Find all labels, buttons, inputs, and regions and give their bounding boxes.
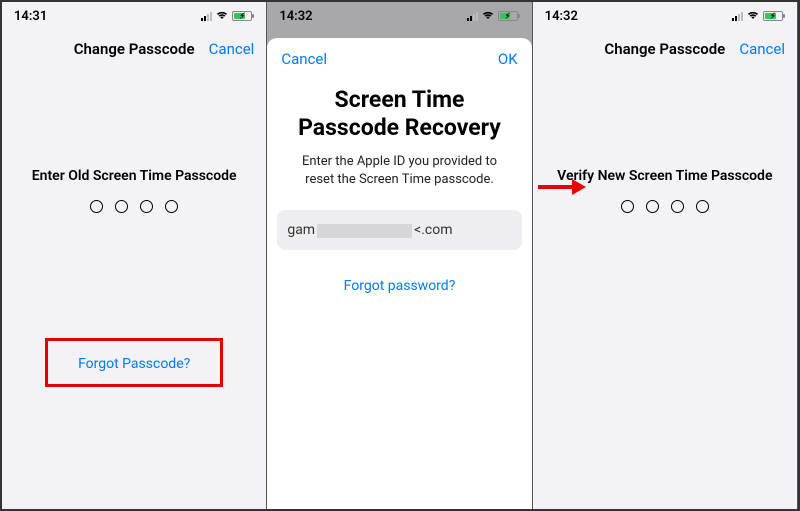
cellular-signal-icon	[201, 11, 212, 21]
passcode-dot	[646, 200, 659, 213]
screen-passcode-recovery: 14:32 ⚡︎ Cancel OK Screen Time Passcode …	[267, 2, 532, 509]
passcode-dot	[671, 200, 684, 213]
passcode-dots[interactable]	[90, 200, 178, 213]
passcode-prompt: Verify New Screen Time Passcode	[557, 168, 772, 184]
apple-id-field[interactable]: gam<.com	[277, 210, 521, 250]
screen-verify-new-passcode: 14:32 ⚡︎ Change Passcode Cancel Verify N…	[533, 2, 798, 509]
status-indicators: ⚡︎	[201, 9, 254, 24]
modal-subtitle: Enter the Apple ID you provided to reset…	[289, 153, 509, 188]
recovery-modal: Cancel OK Screen Time Passcode Recovery …	[267, 38, 531, 509]
ok-button[interactable]: OK	[498, 50, 518, 68]
passcode-dot	[696, 200, 709, 213]
status-bar: 14:31 ⚡︎	[2, 2, 266, 30]
passcode-dot	[90, 200, 103, 213]
cellular-signal-icon	[467, 11, 478, 21]
passcode-dots[interactable]	[621, 200, 709, 213]
nav-bar: Change Passcode Cancel	[2, 30, 266, 68]
modal-nav: Cancel OK	[267, 38, 531, 80]
status-indicators: ⚡︎	[732, 9, 785, 24]
passcode-dot	[621, 200, 634, 213]
nav-title: Change Passcode	[74, 40, 195, 58]
screen-enter-old-passcode: 14:31 ⚡︎ Change Passcode Cancel Enter Ol…	[2, 2, 267, 509]
status-time: 14:31	[14, 9, 47, 24]
passcode-dot	[115, 200, 128, 213]
battery-charging-icon: ⚡︎	[232, 11, 254, 21]
cellular-signal-icon	[732, 11, 743, 21]
passcode-dot	[165, 200, 178, 213]
status-indicators: ⚡︎	[467, 9, 520, 24]
status-time: 14:32	[545, 9, 578, 24]
wifi-icon	[215, 9, 229, 24]
wifi-icon	[481, 9, 495, 24]
forgot-password-link[interactable]: Forgot password?	[267, 278, 531, 294]
cancel-button[interactable]: Cancel	[281, 50, 327, 68]
forgot-passcode-link[interactable]: Forgot Passcode?	[78, 356, 190, 372]
nav-title: Change Passcode	[604, 40, 725, 58]
cancel-button[interactable]: Cancel	[209, 40, 255, 58]
redacted-text	[317, 224, 412, 238]
apple-id-value: gam<.com	[287, 222, 452, 238]
passcode-prompt: Enter Old Screen Time Passcode	[32, 168, 237, 184]
status-bar: 14:32 ⚡︎	[533, 2, 797, 30]
status-bar: 14:32 ⚡︎	[267, 2, 531, 30]
battery-charging-icon: ⚡︎	[763, 11, 785, 21]
status-time: 14:32	[279, 9, 312, 24]
battery-charging-icon: ⚡︎	[498, 11, 520, 21]
annotation-highlight: Forgot Passcode?	[45, 338, 223, 387]
nav-bar: Change Passcode Cancel	[533, 30, 797, 68]
passcode-dot	[140, 200, 153, 213]
modal-title: Screen Time Passcode Recovery	[267, 86, 531, 141]
wifi-icon	[746, 9, 760, 24]
cancel-button[interactable]: Cancel	[739, 40, 785, 58]
